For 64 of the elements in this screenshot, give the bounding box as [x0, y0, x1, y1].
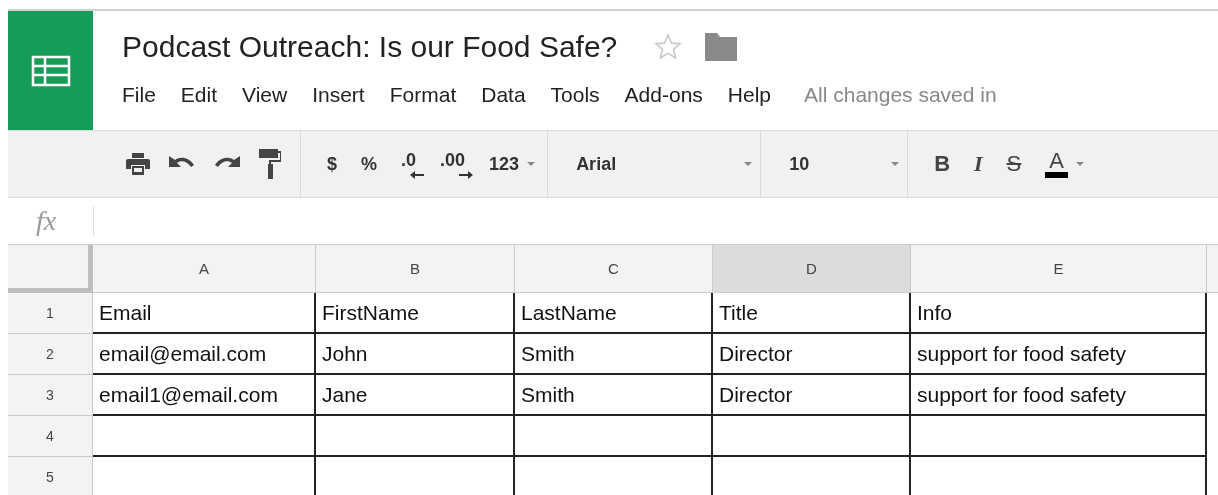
caret-icon[interactable]	[1075, 162, 1084, 166]
text-color-button[interactable]: A	[1045, 150, 1068, 178]
caret-icon	[527, 162, 536, 166]
format-button[interactable]: %	[361, 153, 378, 175]
menu-item[interactable]: Edit	[180, 83, 218, 107]
table-cell[interactable]: FirstName	[316, 293, 515, 334]
table-cell[interactable]: Smith	[515, 334, 713, 375]
table-cell[interactable]: Director	[713, 334, 911, 375]
left-arrow-icon	[410, 170, 425, 179]
table-cell[interactable]: support for food safety	[911, 375, 1207, 416]
empty-cell[interactable]	[316, 416, 515, 457]
column-header[interactable]: D	[713, 245, 911, 293]
menu-item[interactable]: Help	[727, 83, 772, 107]
table-cell[interactable]: email@email.com	[93, 334, 316, 375]
menu-item[interactable]: Format	[389, 83, 457, 107]
menu-item[interactable]: File	[122, 83, 156, 107]
row-header[interactable]: 4	[8, 416, 93, 457]
menu-item[interactable]: Insert	[312, 83, 365, 107]
caret-icon	[744, 162, 753, 166]
empty-cell[interactable]	[713, 416, 911, 457]
row-header[interactable]: 1	[8, 293, 93, 334]
table-icon	[30, 54, 71, 87]
print-icon[interactable]	[126, 153, 150, 175]
table-cell[interactable]: LastName	[515, 293, 713, 334]
row-header[interactable]: 3	[8, 375, 93, 416]
document-title[interactable]: Podcast Outreach: Is our Food Safe?	[122, 30, 618, 64]
empty-cell[interactable]	[911, 416, 1207, 457]
column-header[interactable]: B	[316, 245, 515, 293]
row-header[interactable]: 2	[8, 334, 93, 375]
menu-item[interactable]: Tools	[550, 83, 600, 107]
empty-cell[interactable]	[515, 416, 713, 457]
column-header[interactable]: A	[93, 245, 316, 293]
formula-label: fx	[34, 205, 58, 237]
table-cell[interactable]: Smith	[515, 375, 713, 416]
font-size-dropdown[interactable]: 10	[789, 153, 900, 175]
table-cell[interactable]: Director	[713, 375, 911, 416]
column-header[interactable]: C	[515, 245, 713, 293]
table-cell[interactable]: John	[316, 334, 515, 375]
italic-button[interactable]: I	[974, 151, 983, 177]
row-header[interactable]: 5	[8, 457, 93, 495]
decimal-button[interactable]: .00	[440, 149, 474, 179]
caret-icon	[891, 162, 900, 166]
decimal-button[interactable]: .0	[401, 149, 425, 179]
font-dropdown[interactable]: Arial	[576, 153, 753, 175]
table-cell[interactable]: Info	[911, 293, 1207, 334]
folder-icon[interactable]	[705, 33, 738, 61]
star-icon[interactable]	[653, 32, 684, 62]
menu-item[interactable]: View	[242, 83, 288, 107]
column-header[interactable]: E	[911, 245, 1207, 293]
number-format-dropdown[interactable]: 123	[489, 153, 536, 175]
right-arrow-icon	[459, 170, 474, 179]
strikethrough-button[interactable]: S	[1006, 151, 1022, 177]
bold-button[interactable]: B	[934, 151, 950, 177]
menu-item[interactable]: Data	[481, 83, 526, 107]
table-cell[interactable]: Title	[713, 293, 911, 334]
format-button[interactable]: $	[327, 153, 337, 175]
table-cell[interactable]: email1@email.com	[93, 375, 316, 416]
menu-item[interactable]: Add-ons	[624, 83, 703, 107]
save-status: All changes saved in	[804, 83, 997, 107]
table-cell[interactable]: Email	[93, 293, 316, 334]
table-cell[interactable]: Jane	[316, 375, 515, 416]
sheets-logo[interactable]	[8, 11, 93, 130]
table-cell[interactable]: support for food safety	[911, 334, 1207, 375]
paint-roller-icon[interactable]	[259, 149, 281, 179]
